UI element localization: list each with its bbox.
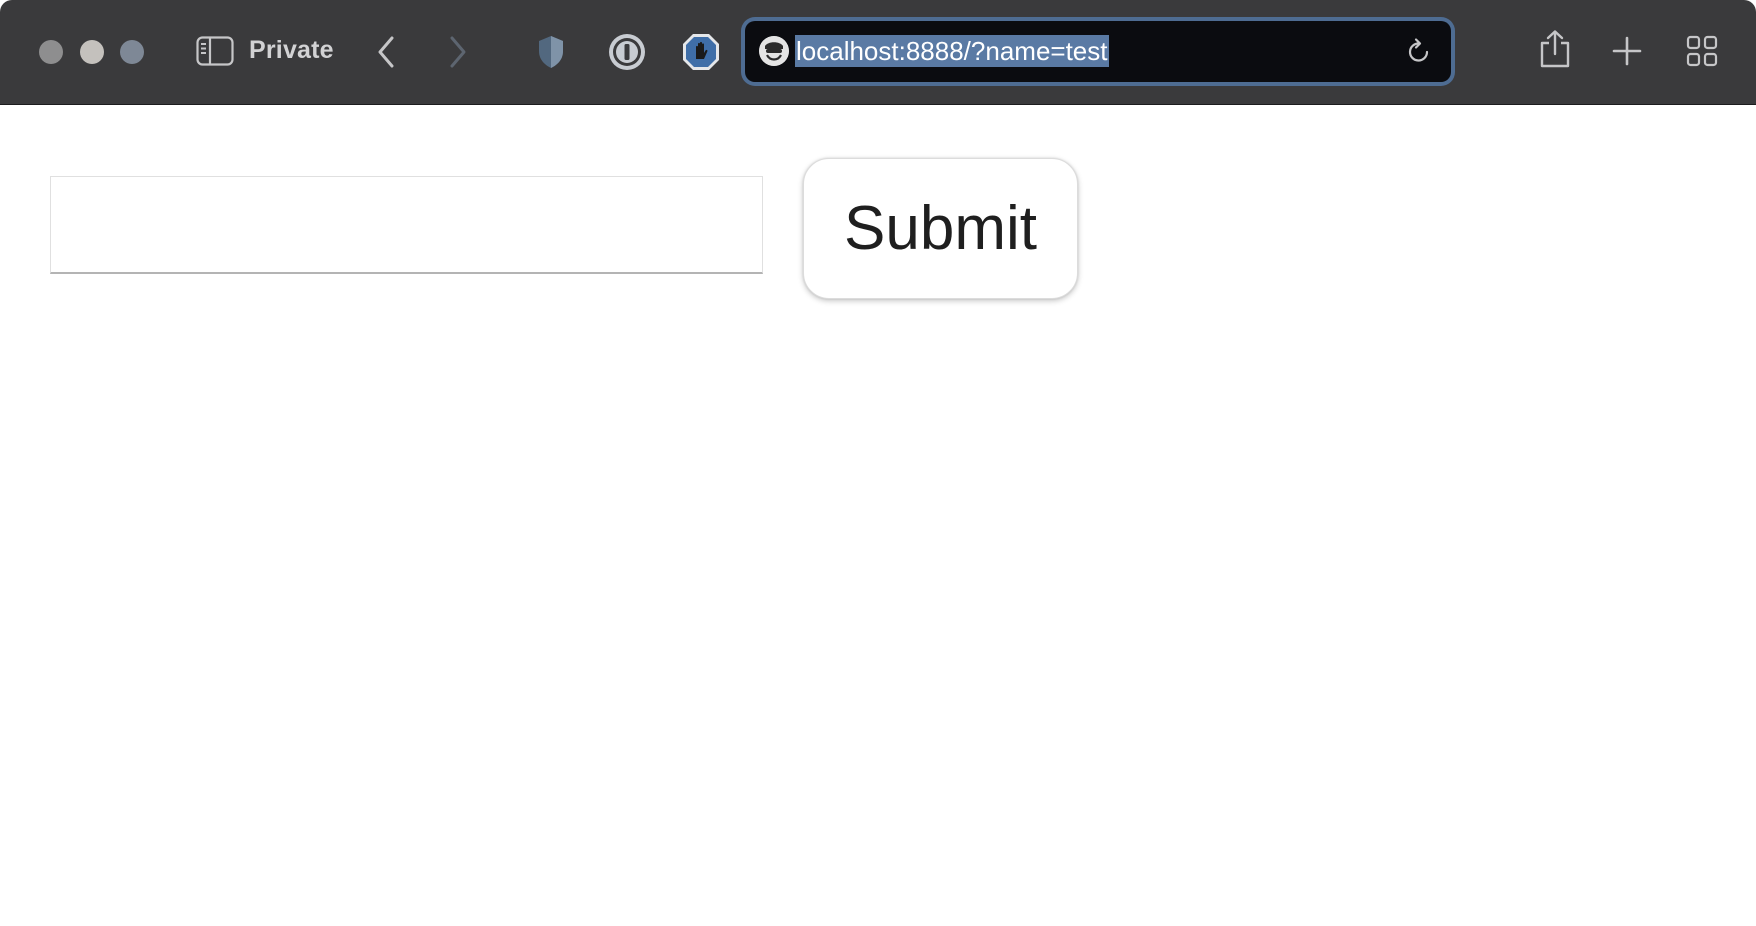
adblock-hand-icon[interactable] bbox=[681, 32, 721, 72]
new-tab-plus-icon[interactable] bbox=[1611, 35, 1643, 67]
window-minimize-button[interactable] bbox=[80, 40, 104, 64]
browser-window: Private localhost:8888/?name=test Submit bbox=[0, 0, 1756, 926]
name-input[interactable] bbox=[50, 176, 763, 274]
site-favicon bbox=[759, 36, 789, 66]
password-manager-icon[interactable] bbox=[607, 32, 647, 72]
submit-button[interactable]: Submit bbox=[803, 158, 1078, 299]
private-mode-label: Private bbox=[249, 36, 334, 64]
url-text[interactable]: localhost:8888/?name=test bbox=[795, 35, 1109, 67]
share-icon[interactable] bbox=[1538, 28, 1572, 70]
tab-overview-grid-icon[interactable] bbox=[1686, 35, 1718, 67]
address-bar[interactable]: localhost:8888/?name=test bbox=[741, 17, 1455, 86]
sidebar-icon[interactable] bbox=[196, 34, 234, 68]
browser-toolbar: Private localhost:8888/?name=test bbox=[0, 0, 1756, 105]
shield-extension-icon[interactable] bbox=[536, 33, 566, 71]
window-close-button[interactable] bbox=[39, 40, 63, 64]
address-field[interactable]: localhost:8888/?name=test bbox=[745, 21, 1451, 82]
back-chevron-icon[interactable] bbox=[374, 34, 398, 70]
reload-icon[interactable] bbox=[1405, 36, 1433, 66]
forward-chevron-icon[interactable] bbox=[446, 34, 470, 70]
window-zoom-button[interactable] bbox=[120, 40, 144, 64]
